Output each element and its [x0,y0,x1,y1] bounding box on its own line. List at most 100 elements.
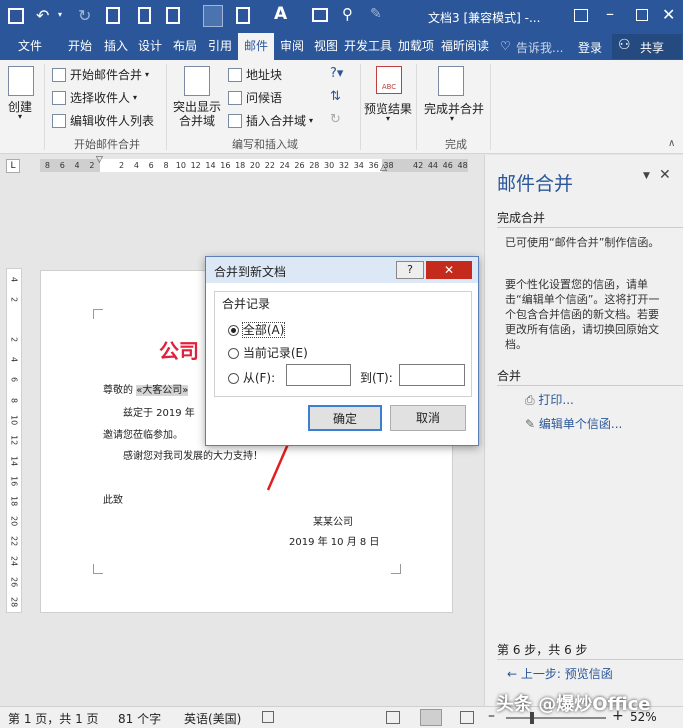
horizontal-ruler[interactable]: L 8 6 4 2 2 4 6 8 10 12 14 16 18 20 22 24 26 28 30 32 34 36 38… [0,155,483,176]
save-icon[interactable] [8,8,24,24]
close-button[interactable]: ✕ [662,5,675,24]
ribbon-tabs: 文件 开始 插入 设计 布局 引用 邮件 审阅 视图 开发工具 加载项 福昕阅读… [0,33,683,60]
doc-line3: 邀请您莅临参加。 [103,430,183,441]
dialog-titlebar[interactable]: 合并到新文档 ? ✕ [206,257,478,283]
abc-icon: ABC [376,66,402,94]
tab-references[interactable]: 引用 [203,33,237,60]
ruler-tick-label: 36 [368,161,379,170]
ruler-tick-label: 8 [44,161,50,170]
read-mode-icon[interactable] [386,711,400,724]
ruler-tick-label: 10 [175,161,186,170]
rules-icon[interactable]: ?▾ [330,66,343,81]
print-layout-icon[interactable] [420,709,442,726]
signin-link[interactable]: 登录 [578,39,602,56]
ribbon: 创建 ▾ 开始邮件合并 ▾ 选择收件人 ▾ 编辑收件人列表 开始邮件合并 突出显示 … [0,60,683,154]
edit-letters-icon: ✎ [525,417,539,431]
ok-button[interactable]: 确定 [308,405,382,431]
edit-letters-link[interactable]: ✎ 编辑单个信函... [525,415,622,432]
macro-icon[interactable] [262,711,274,723]
update-labels-icon: ↻ [330,112,341,127]
tab-stop-selector[interactable]: L [6,159,20,173]
language[interactable]: 英语(美国) [184,710,241,727]
insert-merge-field-button[interactable]: 插入合并域 ▾ [228,112,313,129]
group-label: 合并记录 [220,295,273,312]
tab-mailings[interactable]: 邮件 [238,33,274,60]
section-finish-text: 已可使用“邮件合并”制作信函。 [505,236,660,249]
vruler-tick-label: 24 [9,556,19,567]
minimize-button[interactable]: – [606,4,614,23]
print-link[interactable]: ⎙ 打印... [525,391,574,408]
finish-dropdown-icon[interactable]: ▾ [450,114,454,123]
undo-dropdown-icon[interactable]: ▾ [58,10,62,19]
create-dropdown-icon[interactable]: ▾ [18,112,22,121]
paste-icon[interactable] [166,7,180,24]
zoom-slider[interactable] [506,717,606,719]
vertical-ruler[interactable]: 4 2 2 4 6 8 10 12 14 16 18 20 22 24 26 28 [6,268,22,613]
ribbon-display-icon[interactable] [574,9,588,22]
highlight-fields-button[interactable]: 突出显示 合并域 [172,100,222,128]
print-preview-icon[interactable] [106,7,120,24]
address-block-button[interactable]: 地址块 [228,66,282,83]
radio-from[interactable]: 从(F): [228,369,275,386]
tell-me-input[interactable]: 告诉我... [516,39,563,56]
dialog-close-button[interactable]: ✕ [426,261,472,279]
radio-current-icon[interactable] [228,348,239,359]
tab-insert[interactable]: 插入 [99,33,133,60]
preview-dropdown-icon[interactable]: ▾ [386,114,390,123]
merge-field[interactable]: «大客公司» [136,385,189,396]
tab-design[interactable]: 设计 [133,33,167,60]
ruler-tick-label: 26 [294,161,305,170]
share-button[interactable]: ⚇ 共享 [612,34,682,59]
radio-all[interactable]: 全部(A) [228,321,286,338]
select-recipients-button[interactable]: 选择收件人 ▾ [52,89,137,106]
start-merge-button[interactable]: 开始邮件合并 ▾ [52,66,149,83]
word-count[interactable]: 81 个字 [118,710,161,727]
tab-addins[interactable]: 加载项 [394,33,438,60]
tab-view[interactable]: 视图 [309,33,343,60]
font-color-icon[interactable]: A [274,4,287,24]
format-painter-icon[interactable] [236,7,250,24]
undo-icon[interactable]: ↶ [36,6,49,25]
vruler-tick-label: 6 [9,377,19,383]
ruler-tick-label: 34 [353,161,364,170]
ruler-tick-label: 18 [235,161,246,170]
radio-all-icon[interactable] [228,325,239,336]
greeting-line-button[interactable]: 问候语 [228,89,282,106]
edit-recipient-list-button[interactable]: 编辑收件人列表 [52,112,154,129]
doc-salutation: 尊敬的 «大客公司» [103,385,189,396]
new-document-icon[interactable] [138,7,151,24]
indent-marker-icon[interactable]: ▽ [96,155,103,165]
group-label-start-merge: 开始邮件合并 [74,138,140,151]
collapse-ribbon-icon[interactable]: ∧ [668,138,675,149]
tab-developer[interactable]: 开发工具 [344,33,392,60]
dialog-help-button[interactable]: ? [396,261,424,279]
tab-file[interactable]: 文件 [8,33,52,60]
radio-current[interactable]: 当前记录(E) [228,344,308,361]
tab-layout[interactable]: 布局 [168,33,202,60]
maximize-button[interactable] [636,9,648,21]
page-count[interactable]: 第 1 页，共 1 页 [8,710,99,727]
ruler-tick-label: 2 [119,161,125,170]
pane-close-icon[interactable]: ✕ [659,167,671,183]
tab-home[interactable]: 开始 [62,33,98,60]
previous-step-link[interactable]: ← 上一步: 预览信函 [507,665,613,682]
pen-icon: ✎ [370,6,382,22]
match-fields-icon[interactable]: ⇅ [330,89,341,104]
find-icon[interactable]: ⚲ [342,5,353,23]
radio-from-icon[interactable] [228,373,239,384]
zoom-out-icon[interactable]: – [488,708,495,724]
tab-review[interactable]: 审阅 [275,33,309,60]
table-icon[interactable] [312,8,328,22]
right-indent-icon[interactable]: △ [380,163,387,173]
arrow-left-icon: ← [507,667,521,681]
web-layout-icon[interactable] [460,711,474,724]
outline-icon[interactable] [203,5,223,27]
cancel-button[interactable]: 取消 [390,405,466,431]
doc-line4: 感谢您对我司发展的大力支持！ [123,451,263,462]
to-input[interactable] [399,364,465,386]
pane-options-icon[interactable]: ▼ [643,171,650,181]
vruler-tick-label: 8 [9,397,19,403]
tab-foxit[interactable]: 福昕阅读 [440,33,490,60]
from-input[interactable] [286,364,351,386]
merge-to-new-document-dialog: 合并到新文档 ? ✕ 合并记录 全部(A) 当前记录(E) 从(F): 到(T)… [205,256,479,446]
